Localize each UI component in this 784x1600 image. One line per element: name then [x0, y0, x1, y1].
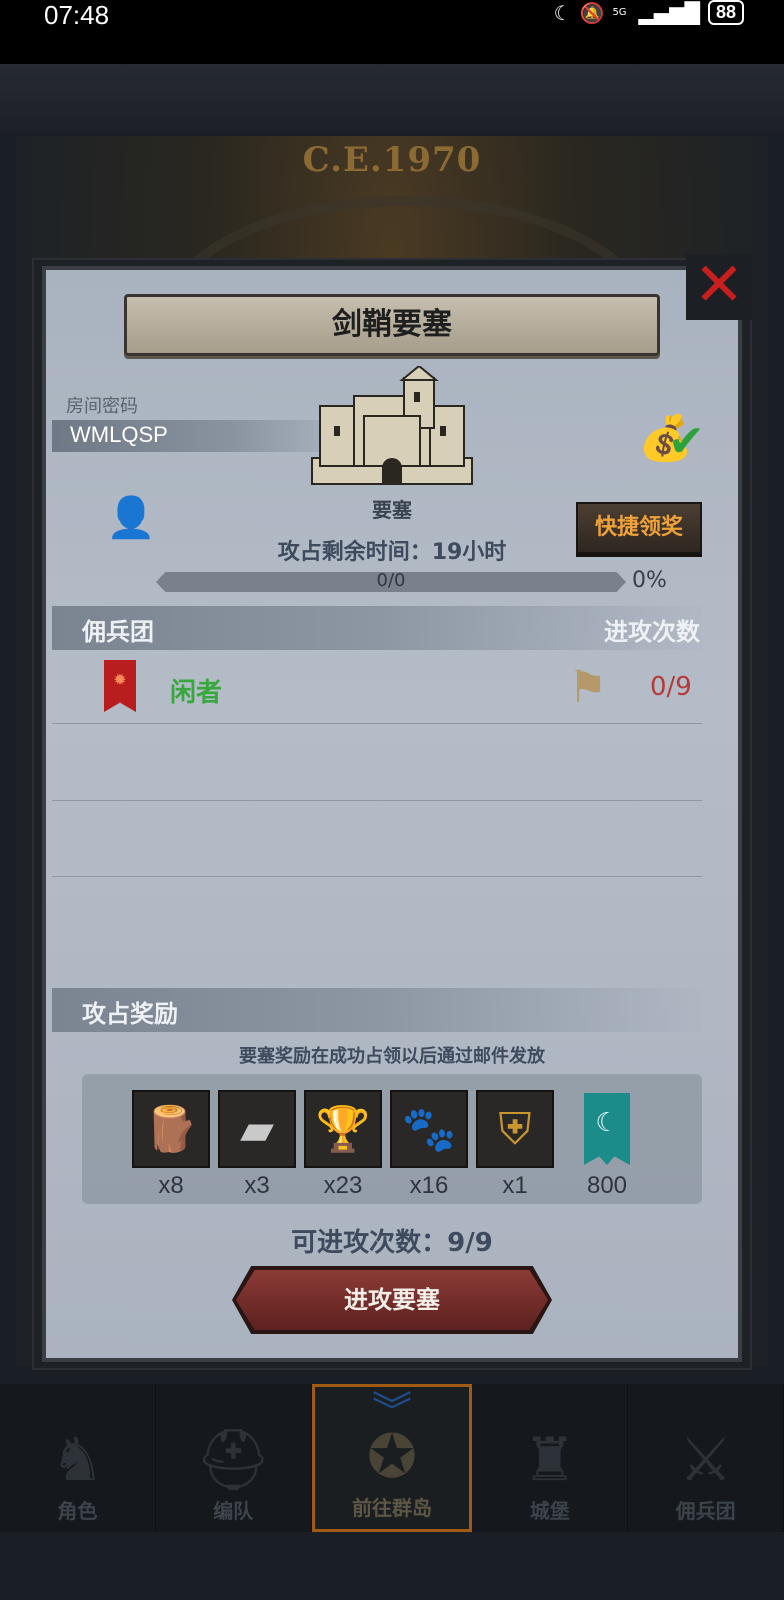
knight-icon: ♞ [50, 1425, 105, 1495]
attacks-available: 可进攻次数：9/9 [291, 1228, 493, 1258]
reward-item[interactable]: 🏆 x23 [304, 1090, 382, 1200]
status-icons: ☾ 🔕 5G ▂▄▆█ 88 [554, 0, 744, 25]
moon-icon: ☾ [553, 0, 572, 25]
mercenary-header: 佣兵团 [82, 618, 154, 646]
divider [52, 800, 702, 801]
nav-label: 佣兵团 [675, 1499, 736, 1523]
reward-qty: x3 [244, 1172, 270, 1199]
era-label: C.E.1970 [302, 140, 482, 180]
close-icon: ✕ [693, 250, 745, 320]
clock-time: 07:48 [44, 0, 110, 30]
iron-ingot-icon: ▰ [218, 1090, 296, 1168]
nav-item-formation[interactable]: ⛑ 编队 [156, 1384, 312, 1532]
wood-log-icon: 🪵 [132, 1090, 210, 1168]
fortress-icon [311, 366, 473, 485]
rewards-header: 攻占奖励 [82, 1000, 178, 1028]
room-code-value[interactable]: WMLQSP [70, 422, 168, 448]
network-type: 5G [612, 6, 627, 18]
bottom-nav: ♞ 角色 ⛑ 编队 ︾ ✪ 前往群岛 ♜ 城堡 ⚔ 佣兵团 [0, 1384, 784, 1532]
reward-item[interactable]: 🐾 x16 [390, 1090, 468, 1200]
nav-label: 城堡 [529, 1499, 570, 1523]
attack-fortress-button[interactable]: 进攻要塞 [236, 1270, 548, 1330]
loot-bag-check-icon[interactable]: 💰 ✔ [638, 412, 705, 467]
fur-pelt-icon: 🐾 [390, 1090, 468, 1168]
reward-item[interactable]: 🪵 x8 [132, 1090, 210, 1200]
guild-attack-count: 0/9 [650, 672, 692, 702]
mute-icon: 🔕 [579, 0, 605, 25]
reward-item[interactable]: ⛨ x1 [476, 1090, 554, 1200]
top-bar [0, 64, 784, 136]
silver-goblet-icon: 🏆 [304, 1090, 382, 1168]
nav-item-character[interactable]: ♞ 角色 [0, 1384, 156, 1532]
flag-icon: ⚑ [568, 662, 608, 713]
checkmark-icon: ✔ [668, 416, 705, 467]
nav-item-mercenary[interactable]: ⚔ 佣兵团 [628, 1384, 784, 1532]
capture-progress-text: 0/0 [376, 570, 406, 591]
reward-item[interactable]: ▰ x3 [218, 1090, 296, 1200]
capture-progress-percent: 0% [632, 568, 667, 593]
guild-banner-token-icon: ☾ [568, 1090, 646, 1168]
mercenary-icon: ⚔ [678, 1425, 733, 1495]
attacks-header: 进攻次数 [604, 618, 700, 646]
nav-item-castle[interactable]: ♜ 城堡 [472, 1384, 629, 1532]
reward-qty: x1 [502, 1172, 528, 1199]
knight-helmet-coin-icon: ⛨ [476, 1090, 554, 1168]
nav-label: 编队 [213, 1499, 254, 1523]
reward-qty: 800 [586, 1172, 628, 1199]
castle-icon: ♜ [522, 1425, 577, 1495]
reward-qty: x8 [158, 1172, 184, 1199]
signal-icon: ▂▄▆█ [638, 0, 700, 25]
room-code-label: 房间密码 [66, 396, 138, 417]
dialog-title: 剑鞘要塞 [124, 294, 660, 356]
reward-qty: x23 [323, 1172, 363, 1199]
nav-label: 角色 [57, 1499, 98, 1523]
nav-label: 前往群岛 [351, 1496, 432, 1520]
reward-item[interactable]: ☾ 800 [568, 1090, 646, 1200]
reward-qty: x16 [409, 1172, 449, 1199]
helmet-icon: ⛑ [195, 1425, 272, 1495]
divider [52, 876, 702, 877]
capture-time-remaining: 攻占剩余时间：19小时 [277, 540, 507, 565]
status-bar: 07:48 ☾ 🔕 5G ▂▄▆█ 88 [0, 0, 784, 64]
rewards-note: 要塞奖励在成功占领以后通过邮件发放 [239, 1046, 545, 1067]
guild-name: 闲者 [170, 678, 223, 708]
nav-item-islands[interactable]: ︾ ✪ 前往群岛 [311, 1384, 473, 1532]
battery-icon: 88 [707, 0, 744, 25]
chevron-down-icon: ︾ [371, 1389, 412, 1435]
close-button[interactable]: ✕ [686, 254, 752, 320]
